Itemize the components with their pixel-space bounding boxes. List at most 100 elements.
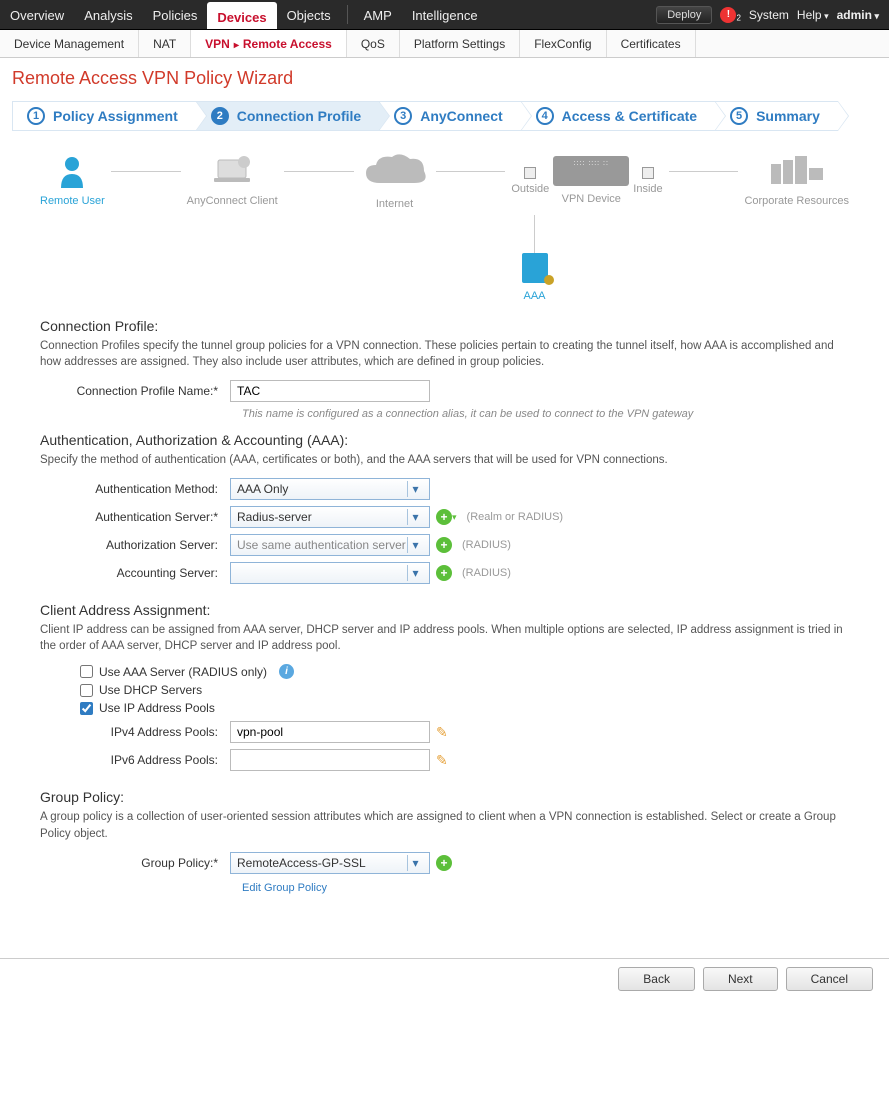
chevron-down-icon: ▾ [407, 537, 423, 553]
next-button[interactable]: Next [703, 967, 778, 991]
step-anyconnect[interactable]: 3 AnyConnect [379, 101, 520, 131]
ipv6-pools-label: IPv6 Address Pools: [80, 753, 230, 767]
back-button[interactable]: Back [618, 967, 695, 991]
authz-server-label: Authorization Server: [40, 538, 230, 552]
step-num-3: 3 [394, 107, 412, 125]
vpn-device-icon: :::: :::: :: [553, 156, 629, 186]
node-remote-user: Remote User [40, 154, 105, 207]
step-num-4: 4 [536, 107, 554, 125]
acct-server-hint: (RADIUS) [462, 567, 511, 579]
step-summary[interactable]: 5 Summary [715, 101, 838, 131]
system-link[interactable]: System [749, 8, 789, 22]
subtab-certificates[interactable]: Certificates [607, 30, 696, 57]
edit-ipv4-pool-icon[interactable]: ✎ [436, 724, 448, 741]
page-title: Remote Access VPN Policy Wizard [0, 58, 889, 101]
info-icon[interactable]: i [279, 664, 294, 679]
ipv4-pools-input[interactable] [230, 721, 430, 743]
chevron-down-icon: ▾ [407, 565, 423, 581]
address-assignment-heading: Client Address Assignment: [40, 602, 849, 618]
subtab-vpn[interactable]: VPN▸Remote Access [191, 30, 347, 57]
use-dhcp-checkbox[interactable] [80, 684, 93, 697]
use-aaa-server-label: Use AAA Server (RADIUS only) [99, 665, 267, 679]
step-label-2: Connection Profile [237, 108, 361, 124]
connection-profile-note: This name is configured as a connection … [242, 408, 849, 420]
subtab-qos[interactable]: QoS [347, 30, 400, 57]
laptop-icon [208, 154, 256, 188]
add-group-policy-button[interactable]: + [436, 855, 452, 871]
acct-server-select[interactable]: ▾ [230, 562, 430, 584]
subtab-nat[interactable]: NAT [139, 30, 191, 57]
subtab-vpn-crumb: Remote Access [243, 37, 332, 51]
alert-icon[interactable]: !2 [720, 6, 740, 23]
step-label-1: Policy Assignment [53, 108, 178, 124]
chevron-down-icon: ▾ [407, 509, 423, 525]
ipv6-pools-input[interactable] [230, 749, 430, 771]
chevron-down-icon: ▾ [407, 481, 423, 497]
acct-server-label: Accounting Server: [40, 566, 230, 580]
user-icon [57, 154, 87, 188]
connection-profile-name-input[interactable] [230, 380, 430, 402]
step-access-certificate[interactable]: 4 Access & Certificate [521, 101, 715, 131]
aaa-desc: Specify the method of authentication (AA… [40, 452, 849, 468]
step-label-5: Summary [756, 108, 820, 124]
subtab-vpn-label: VPN [205, 37, 230, 51]
auth-server-hint: (Realm or RADIUS) [467, 511, 564, 523]
cancel-button[interactable]: Cancel [786, 967, 873, 991]
step-connection-profile[interactable]: 2Connection Profile [196, 101, 379, 131]
topology-diagram: Remote User AnyConnect Client Internet O… [0, 131, 889, 220]
group-policy-heading: Group Policy: [40, 789, 849, 805]
add-authz-server-button[interactable]: + [436, 537, 452, 553]
cloud-icon [360, 151, 430, 191]
aaa-heading: Authentication, Authorization & Accounti… [40, 432, 849, 448]
nav-amp[interactable]: AMP [354, 0, 402, 29]
node-corporate: Corporate Resources [744, 154, 849, 207]
help-menu[interactable]: Help [797, 8, 829, 22]
step-label-3: AnyConnect [420, 108, 502, 124]
step-num-5: 5 [730, 107, 748, 125]
node-anyconnect: AnyConnect Client [187, 154, 278, 207]
connection-profile-heading: Connection Profile: [40, 318, 849, 334]
step-policy-assignment[interactable]: 1 Policy Assignment [12, 101, 196, 131]
add-acct-server-button[interactable]: + [436, 565, 452, 581]
sub-navigation: Device Management NAT VPN▸Remote Access … [0, 30, 889, 58]
use-dhcp-label: Use DHCP Servers [99, 683, 202, 697]
nav-policies[interactable]: Policies [143, 0, 208, 29]
auth-method-select[interactable]: AAA Only▾ [230, 478, 430, 500]
nav-objects[interactable]: Objects [277, 0, 341, 29]
node-internet: Internet [360, 151, 430, 210]
group-policy-label: Group Policy:* [40, 856, 230, 870]
use-ip-pools-label: Use IP Address Pools [99, 701, 215, 715]
nav-analysis[interactable]: Analysis [74, 0, 142, 29]
deploy-button[interactable]: Deploy [656, 6, 712, 24]
nav-overview[interactable]: Overview [0, 0, 74, 29]
step-label-4: Access & Certificate [562, 108, 697, 124]
wizard-steps: 1 Policy Assignment 2Connection Profile 3… [0, 101, 889, 131]
nav-devices[interactable]: Devices [207, 2, 276, 29]
servers-icon [767, 154, 827, 188]
subtab-device-management[interactable]: Device Management [0, 30, 139, 57]
wizard-footer: Back Next Cancel [0, 958, 889, 999]
group-policy-desc: A group policy is a collection of user-o… [40, 809, 849, 841]
use-aaa-server-checkbox[interactable] [80, 665, 93, 678]
step-num-1: 1 [27, 107, 45, 125]
connection-profile-name-label: Connection Profile Name:* [40, 384, 230, 398]
group-policy-select[interactable]: RemoteAccess-GP-SSL▾ [230, 852, 430, 874]
use-ip-pools-checkbox[interactable] [80, 702, 93, 715]
top-navigation: Overview Analysis Policies Devices Objec… [0, 0, 889, 30]
connection-profile-desc: Connection Profiles specify the tunnel g… [40, 338, 849, 370]
ipv4-pools-label: IPv4 Address Pools: [80, 725, 230, 739]
add-auth-server-button[interactable]: + [436, 509, 452, 525]
authz-server-hint: (RADIUS) [462, 539, 511, 551]
auth-server-select[interactable]: Radius-server▾ [230, 506, 430, 528]
subtab-flexconfig[interactable]: FlexConfig [520, 30, 606, 57]
auth-server-label: Authentication Server:* [40, 510, 230, 524]
edit-group-policy-link[interactable]: Edit Group Policy [242, 882, 327, 894]
nav-separator [347, 5, 348, 24]
port-outside-icon [524, 167, 536, 179]
authz-server-select[interactable]: Use same authentication server▾ [230, 534, 430, 556]
edit-ipv6-pool-icon[interactable]: ✎ [436, 752, 448, 769]
nav-intelligence[interactable]: Intelligence [402, 0, 488, 29]
subtab-platform-settings[interactable]: Platform Settings [400, 30, 520, 57]
breadcrumb-sep-icon: ▸ [230, 40, 243, 51]
user-menu[interactable]: admin [837, 8, 879, 22]
